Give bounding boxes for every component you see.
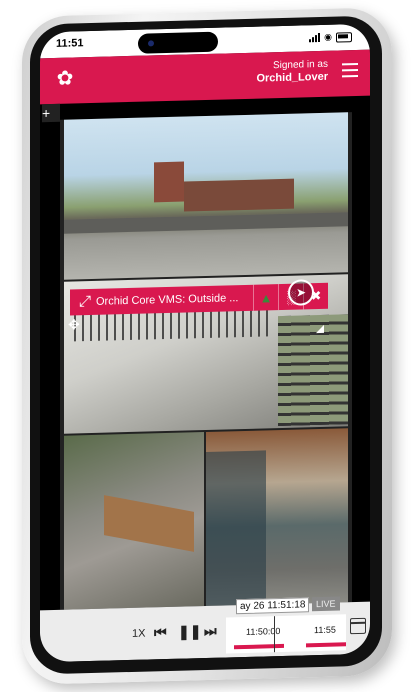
status-time: 11:51 <box>56 37 84 50</box>
pause-icon[interactable]: ❚❚ <box>178 623 201 641</box>
tile-title: Orchid Core VMS: Outside ... <box>96 292 239 308</box>
phone-mockup: 11:51 ◉ ✿ Signed in as Orchid_Lover + ⤢ … <box>0 0 417 692</box>
timeline-tick: 11:50:00 <box>246 626 281 637</box>
camera-tile-1[interactable] <box>64 112 348 280</box>
staircase <box>278 314 348 427</box>
battery-icon <box>336 31 352 43</box>
calendar-icon[interactable] <box>350 617 366 635</box>
recording-segment <box>306 642 346 648</box>
app-header: ✿ Signed in as Orchid_Lover <box>40 49 370 105</box>
skip-back-icon[interactable]: ⏮ <box>154 624 167 641</box>
turtle-speed-icon[interactable]: ▲ <box>253 284 278 311</box>
timeline-tick: 11:55 <box>314 624 336 636</box>
playback-speed[interactable]: 1X <box>132 628 145 640</box>
timeline-track[interactable]: 11:50:00 11:55 <box>226 614 346 654</box>
skip-forward-icon[interactable]: ⏭ <box>204 623 217 640</box>
building <box>184 178 294 212</box>
picnic-table <box>104 495 194 552</box>
building <box>154 161 184 203</box>
playhead[interactable] <box>274 616 275 653</box>
app-screen: 11:51 ◉ ✿ Signed in as Orchid_Lover + ⤢ … <box>40 23 370 663</box>
camera-tile-3[interactable] <box>64 432 204 610</box>
camera-grid <box>60 112 352 610</box>
resize-handle-icon[interactable] <box>316 324 324 334</box>
wifi-icon: ◉ <box>324 31 332 42</box>
cursor-time-label: ay 26 11:51:18 <box>236 597 310 615</box>
recording-segment <box>234 643 284 650</box>
hamburger-menu-icon[interactable] <box>342 62 358 78</box>
camera-dot <box>148 40 154 47</box>
expand-icon[interactable]: ⤢ <box>74 291 96 314</box>
signal-icon <box>309 32 321 43</box>
signed-in-info: Signed in as Orchid_Lover <box>256 59 328 85</box>
system-icons: ◉ <box>309 31 352 43</box>
live-button[interactable]: LIVE <box>312 596 340 612</box>
dynamic-island <box>138 31 218 54</box>
glass-door <box>206 450 266 606</box>
playback-timeline: 1X ⏮ ❚❚ ⏭ 11:50:00 11:55 ay 26 11:51:18 … <box>40 596 370 663</box>
wall <box>64 212 348 234</box>
pan-control-icon[interactable]: ✥ <box>68 316 80 333</box>
camera-tile-4[interactable] <box>206 428 348 606</box>
add-tile-icon[interactable]: + <box>42 103 60 123</box>
username: Orchid_Lover <box>256 70 328 85</box>
orchid-logo-icon[interactable]: ✿ <box>54 67 76 90</box>
